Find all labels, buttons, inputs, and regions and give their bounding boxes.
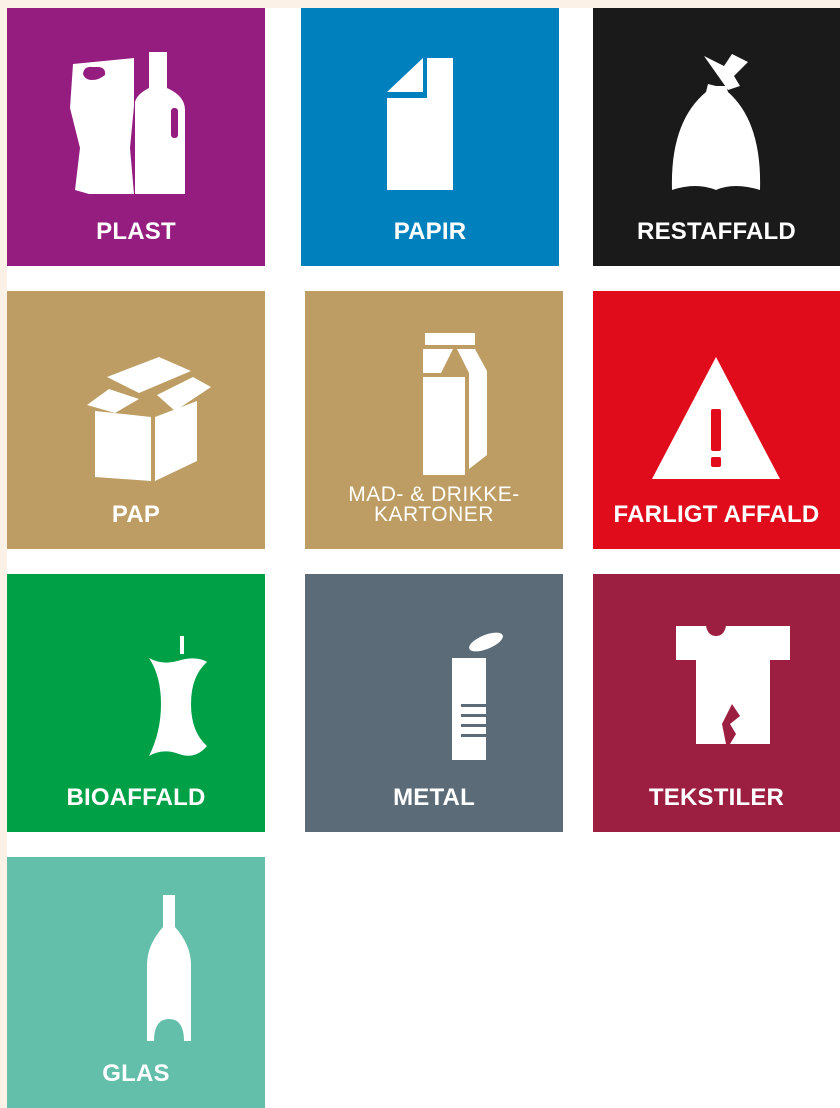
glass-bottle-icon (7, 887, 265, 1057)
tile-tekstiler[interactable]: TEKSTILER (593, 574, 840, 832)
tile-papir[interactable]: PAPIR (301, 8, 559, 266)
page-left-border (0, 0, 7, 1108)
tile-metal[interactable]: METAL (305, 574, 563, 832)
t-shirt-icon (593, 604, 840, 774)
apple-core-icon (7, 604, 265, 774)
tile-label: METAL (393, 784, 475, 811)
tile-restaffald[interactable]: RESTAFFALD (593, 8, 840, 266)
tile-label: GLAS (102, 1060, 170, 1087)
tile-glas[interactable]: GLAS (7, 857, 265, 1108)
tile-label: PLAST (96, 218, 176, 245)
tile-label: TEKSTILER (648, 784, 785, 811)
tile-label: PAPIR (393, 218, 467, 245)
tile-label: FARLIGT AFFALD (613, 501, 820, 528)
tile-label: RESTAFFALD (637, 218, 796, 245)
tile-label: MAD- & DRIKKE- KARTONER (348, 483, 520, 526)
cardboard-box-icon (7, 321, 265, 491)
tile-mad-drikke-kartoner[interactable]: MAD- & DRIKKE- KARTONER (305, 291, 563, 549)
tile-label: BIOAFFALD (66, 784, 206, 811)
tin-can-icon (305, 604, 563, 774)
page-top-border (0, 0, 840, 8)
paper-sheet-icon (301, 38, 559, 208)
warning-triangle-icon (593, 321, 840, 491)
tile-label: PAP (111, 501, 161, 528)
plastic-bag-bottle-icon (7, 38, 265, 208)
tile-bioaffald[interactable]: BIOAFFALD (7, 574, 265, 832)
milk-carton-icon (305, 321, 563, 491)
tile-farligt-affald[interactable]: FARLIGT AFFALD (593, 291, 840, 549)
trash-bag-icon (593, 38, 840, 208)
tile-pap[interactable]: PAP (7, 291, 265, 549)
tile-plast[interactable]: PLAST (7, 8, 265, 266)
